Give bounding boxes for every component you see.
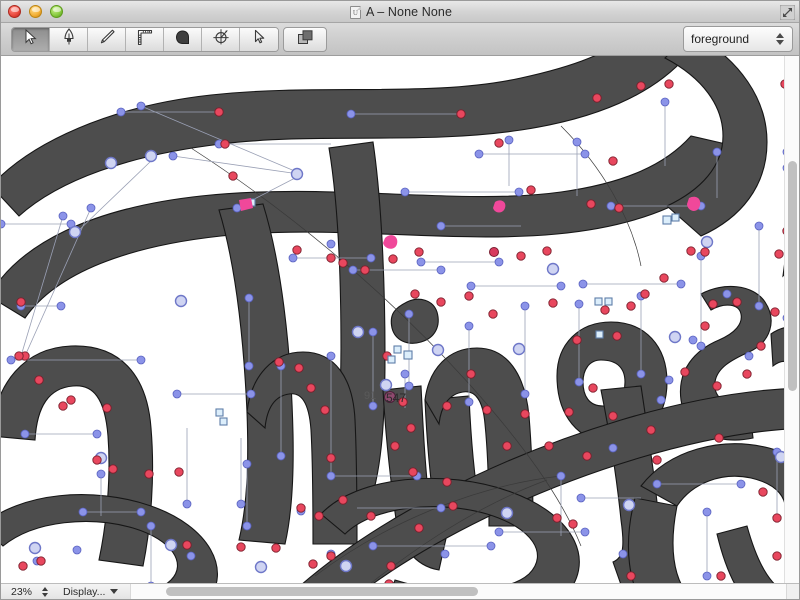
horizontal-scrollbar[interactable] [130,584,786,599]
title-bar: U A – None None [1,1,799,23]
pointer-tool[interactable] [240,28,278,51]
chevron-down-icon [775,40,784,45]
pencil-tool[interactable] [88,28,126,51]
select-tool[interactable] [12,28,50,51]
fullscreen-button[interactable] [779,4,796,21]
title-center-group: U A – None None [1,1,799,23]
toolbar: foreground [1,23,799,56]
layers-icon [297,29,314,51]
arrow-cursor-icon [24,28,38,50]
app-window: U A – None None foreground 91 547 23% Di… [0,0,800,600]
edit-canvas[interactable]: .stroke-shape { fill:#4d4d4d; stroke:#16… [1,56,800,585]
node-label-secondary: 91 [364,390,376,402]
rotate-target-icon [212,28,230,51]
layer-popup-stepper[interactable] [771,33,788,45]
horizontal-scrollbar-thumb[interactable] [166,587,479,596]
minimize-button[interactable] [29,5,42,18]
measure-tool[interactable] [126,28,164,51]
rotate-tool[interactable] [202,28,240,51]
status-bar: 23% Display... [1,583,799,599]
vertical-scrollbar-thumb[interactable] [788,161,797,391]
pencil-icon [98,28,116,51]
vertical-scrollbar[interactable] [784,56,799,585]
layer-popup[interactable]: foreground [683,26,793,52]
ruler-icon [137,29,153,51]
zoom-level: 23% [11,585,33,598]
pointer-icon [253,29,266,50]
zoom-button[interactable] [50,5,63,18]
arrange-button[interactable] [283,27,327,52]
chevron-up-icon [42,586,48,591]
shape-tool[interactable] [164,28,202,51]
glyph-artwork[interactable]: .stroke-shape { fill:#4d4d4d; stroke:#16… [1,56,800,585]
window-controls [8,5,63,18]
pen-tool[interactable] [50,28,88,51]
node-label: 547 [386,391,406,405]
zoom-stepper[interactable] [39,586,51,597]
shape-icon [174,29,191,51]
chevron-up-icon [775,33,784,38]
pen-nib-icon [62,28,76,51]
tool-group [11,27,279,52]
window-title: A – None None [365,5,453,19]
display-menu-label: Display... [63,585,106,598]
scrollbar-corner [786,584,799,599]
chevron-down-icon [42,592,48,597]
close-button[interactable] [8,5,21,18]
document-icon: U [349,5,361,19]
display-menu[interactable]: Display... [63,585,119,598]
chevron-down-icon [110,589,119,594]
layer-popup-value: foreground [691,32,750,46]
